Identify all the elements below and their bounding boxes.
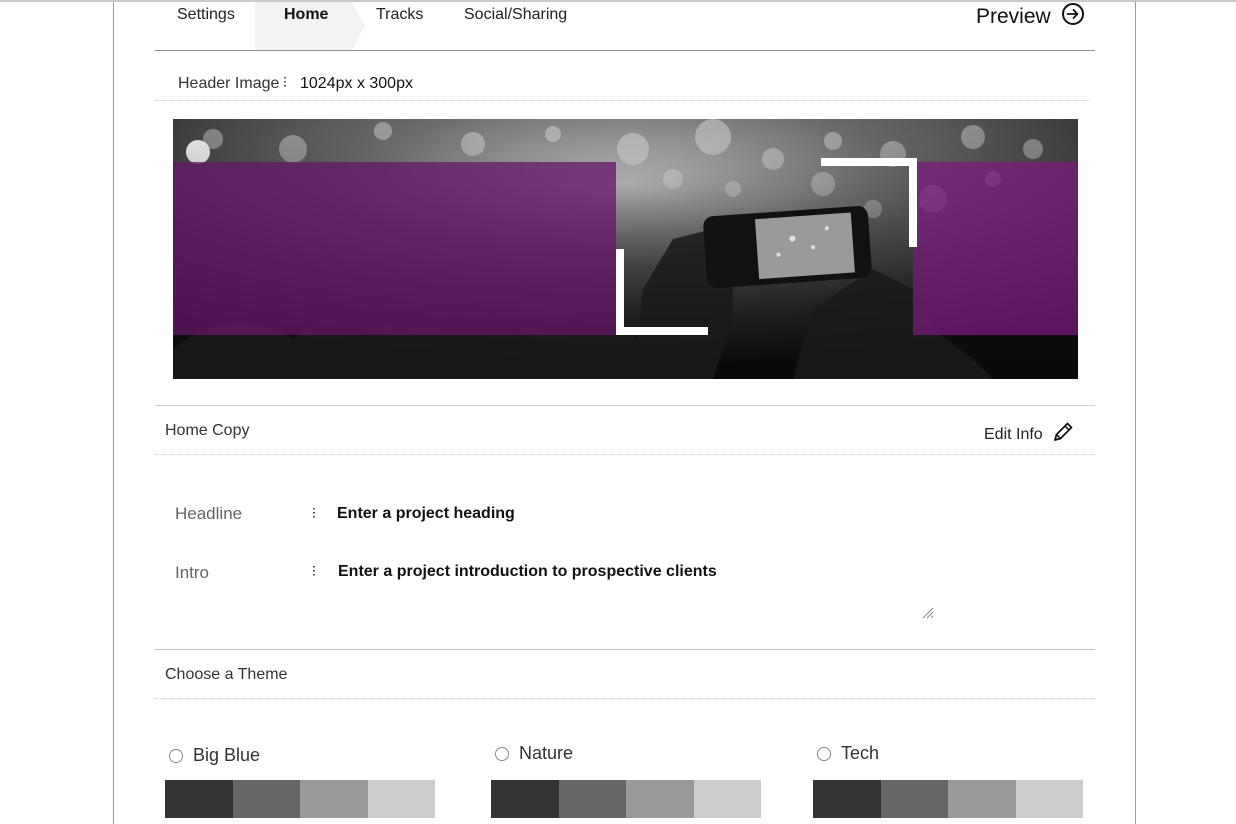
pencil-icon: [1051, 420, 1075, 449]
header-image[interactable]: [173, 119, 1078, 379]
theme-option-tech[interactable]: Tech: [817, 743, 879, 764]
color-swatch: [880, 780, 948, 818]
color-swatch: [626, 780, 694, 818]
edit-info-label: Edit Info: [984, 425, 1043, 443]
radio-big-blue[interactable]: [169, 748, 183, 763]
tab-settings[interactable]: Settings: [177, 6, 235, 24]
headline-separator: [313, 508, 315, 520]
radio-tech[interactable]: [817, 746, 831, 761]
tab-social-sharing[interactable]: Social/Sharing: [464, 6, 567, 24]
theme-option-big-blue[interactable]: Big Blue: [169, 745, 260, 766]
radio-nature[interactable]: [495, 746, 509, 761]
home-copy-title: Home Copy: [165, 422, 250, 439]
content-frame-right: [1135, 2, 1136, 824]
color-swatch: [491, 780, 559, 818]
theme-title: Choose a Theme: [165, 666, 288, 683]
theme-name-tech: Tech: [841, 743, 880, 763]
intro-textarea[interactable]: Enter a project introduction to prospect…: [338, 563, 717, 581]
swatch-strip-nature[interactable]: [491, 780, 761, 818]
edit-info-button[interactable]: Edit Info: [984, 420, 1083, 449]
intro-separator: [313, 566, 315, 578]
swatch-strip-big-blue[interactable]: [165, 780, 435, 818]
tab-tracks[interactable]: Tracks: [376, 6, 423, 24]
preview-label: Preview: [976, 4, 1051, 28]
theme-top-divider: [155, 649, 1095, 650]
color-swatch: [165, 780, 233, 818]
color-swatch: [693, 780, 761, 818]
home-copy-top-divider: [155, 405, 1095, 406]
textarea-resize-handle[interactable]: [920, 605, 934, 619]
color-swatch: [948, 780, 1016, 818]
color-swatch: [558, 780, 626, 818]
theme-divider: [155, 698, 1095, 699]
color-swatch: [1015, 780, 1083, 818]
theme-name-nature: Nature: [519, 743, 574, 763]
color-swatch: [232, 780, 300, 818]
header-image-label: Header Image: [178, 75, 280, 92]
tab-bar: Settings Home Tracks Social/Sharing: [155, 0, 1095, 50]
content-frame-left: [113, 2, 114, 824]
headline-label: Headline: [175, 504, 243, 523]
header-image-size: 1024px x 300px: [300, 75, 413, 92]
swatch-strip-tech[interactable]: [813, 780, 1083, 818]
intro-label: Intro: [175, 563, 210, 582]
theme-name-big-blue: Big Blue: [193, 745, 261, 765]
color-swatch: [300, 780, 368, 818]
arrow-right-circle-icon: [1061, 2, 1085, 31]
tab-divider: [155, 50, 1095, 51]
label-separator: [284, 77, 286, 89]
headline-input[interactable]: Enter a project heading: [337, 505, 515, 523]
theme-option-nature[interactable]: Nature: [495, 743, 573, 764]
color-swatch: [813, 780, 881, 818]
color-swatch: [367, 780, 435, 818]
tab-home[interactable]: Home: [284, 6, 328, 24]
header-image-divider: [155, 100, 1090, 101]
preview-button[interactable]: Preview: [976, 2, 1085, 31]
home-copy-divider: [155, 454, 1095, 455]
